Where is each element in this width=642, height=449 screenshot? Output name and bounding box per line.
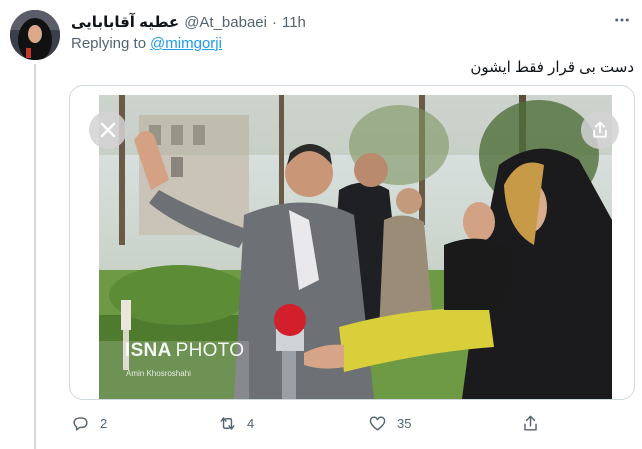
retweet-count: 4 — [247, 415, 255, 431]
reply-button[interactable]: 2 — [71, 412, 107, 434]
avatar-photo — [10, 10, 60, 60]
close-media-button[interactable] — [89, 111, 127, 149]
watermark-brand: ISNA — [125, 340, 172, 361]
avatar[interactable] — [10, 10, 60, 60]
tweet-text: دست بی قرار فقط ایشون — [470, 59, 634, 76]
tweet-actions: 2 4 35 — [69, 412, 589, 436]
author-name[interactable]: عطیه آقابابایی — [71, 13, 179, 31]
replying-to-label: Replying to — [71, 35, 147, 52]
media-card[interactable]: ISNA PHOTO Amin Khosroshahi — [69, 85, 635, 400]
reply-count: 2 — [100, 415, 108, 431]
share-button[interactable] — [521, 412, 540, 434]
tweet[interactable]: عطیه آقابابایی @At_babaei · 11h Replying… — [0, 0, 642, 449]
like-count: 35 — [397, 415, 412, 431]
replying-to-line: Replying to @mimgorji — [71, 35, 222, 52]
thread-line — [34, 64, 36, 449]
reply-icon — [73, 416, 88, 431]
like-button[interactable]: 35 — [368, 412, 411, 434]
retweet-button[interactable]: 4 — [218, 412, 254, 434]
more-options-button[interactable] — [610, 8, 634, 32]
timestamp[interactable]: 11h — [282, 14, 306, 31]
more-horizontal-icon — [615, 18, 629, 22]
tweet-header: عطیه آقابابایی @At_babaei · 11h — [71, 12, 306, 32]
separator-dot: · — [271, 13, 277, 31]
retweet-icon — [220, 416, 235, 430]
heart-icon — [369, 415, 386, 431]
photo-credit: Amin Khosroshahi — [126, 369, 191, 378]
replying-to-link[interactable]: @mimgorji — [150, 35, 222, 52]
share-icon — [524, 415, 537, 431]
share-icon — [593, 121, 607, 138]
watermark-suffix: PHOTO — [175, 340, 245, 361]
photo-watermark: ISNA PHOTO — [125, 340, 244, 362]
author-handle[interactable]: @At_babaei — [184, 14, 267, 31]
share-media-button[interactable] — [581, 111, 619, 149]
close-icon — [100, 122, 116, 138]
